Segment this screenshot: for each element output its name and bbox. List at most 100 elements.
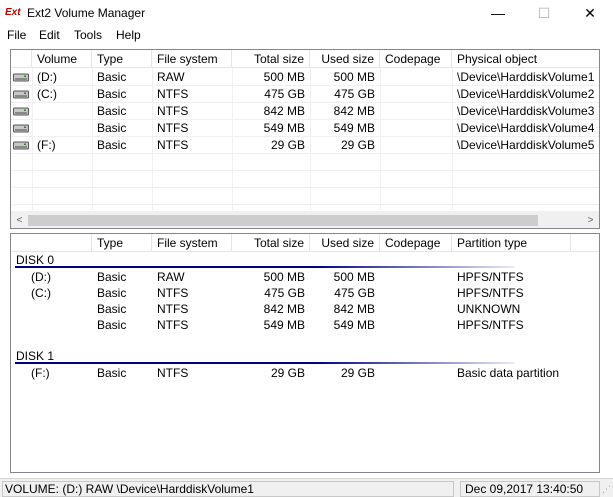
volume-cell — [26, 301, 92, 318]
type-cell: Basic — [97, 104, 127, 118]
partition-row[interactable]: Basic NTFS 549 MB 549 MB HPFS/NTFS — [11, 317, 599, 334]
volume-cell: (D:) — [37, 70, 57, 84]
column-header-used-size[interactable]: Used size — [310, 50, 380, 68]
disk-drive-icon — [13, 124, 29, 133]
file-system-cell: NTFS — [157, 366, 189, 380]
column-header-type[interactable]: Type — [92, 234, 152, 252]
status-datetime: Dec 09,2017 13:40:50 — [460, 481, 600, 497]
file-system-cell: NTFS — [157, 318, 189, 332]
scroll-right-arrow-icon[interactable]: > — [582, 212, 599, 228]
volume-cell — [32, 103, 92, 120]
volume-row[interactable]: Basic NTFS 549 MB 549 MB \Device\Harddis… — [11, 120, 599, 137]
column-header-blank[interactable] — [11, 234, 92, 252]
type-cell: Basic — [97, 318, 127, 332]
file-system-cell: NTFS — [157, 286, 189, 300]
volume-cell — [32, 120, 92, 137]
column-header-volume[interactable]: Volume — [32, 50, 92, 68]
partition-row[interactable]: (D:) Basic RAW 500 MB 500 MB HPFS/NTFS — [11, 269, 599, 286]
disk-partition-list[interactable]: Type File system Total size Used size Co… — [10, 233, 600, 473]
used-size-cell: 842 MB — [333, 302, 375, 316]
type-cell: Basic — [97, 87, 127, 101]
minimize-button[interactable]: — — [475, 0, 521, 26]
maximize-button[interactable]: ☐ — [521, 0, 567, 26]
partition-row[interactable]: (F:) Basic NTFS 29 GB 29 GB Basic data p… — [11, 365, 599, 382]
partition-type-cell: UNKNOWN — [457, 302, 521, 316]
used-size-cell: 29 GB — [340, 366, 375, 380]
total-size-cell: 29 GB — [270, 366, 305, 380]
type-cell: Basic — [97, 302, 127, 316]
menu-help[interactable]: Help — [116, 28, 141, 42]
empty-row — [11, 154, 599, 171]
column-header-used-size[interactable]: Used size — [310, 234, 380, 252]
volume-list[interactable]: Volume Type File system Total size Used … — [10, 49, 600, 229]
volume-cell: (C:) — [31, 286, 51, 300]
horizontal-scrollbar[interactable]: < > — [11, 211, 599, 228]
physical-object-cell: \Device\HarddiskVolume4 — [457, 121, 595, 135]
total-size-cell: 500 MB — [263, 70, 305, 84]
scroll-left-arrow-icon[interactable]: < — [11, 212, 28, 228]
partition-type-cell: HPFS/NTFS — [457, 270, 524, 284]
title-bar: Ext Ext2 Volume Manager — ☐ ✕ — [0, 0, 613, 26]
used-size-cell: 475 GB — [334, 286, 375, 300]
volume-row[interactable]: Basic NTFS 842 MB 842 MB \Device\Harddis… — [11, 103, 599, 120]
close-button[interactable]: ✕ — [567, 0, 613, 26]
file-system-cell: NTFS — [157, 104, 189, 118]
codepage-cell — [380, 69, 452, 86]
volume-cell: (F:) — [31, 366, 50, 380]
menu-bar: File Edit Tools Help — [0, 26, 613, 46]
disk-1-bar — [15, 362, 515, 364]
column-header-file-system[interactable]: File system — [152, 234, 232, 252]
volume-row[interactable]: (F:) Basic NTFS 29 GB 29 GB \Device\Hard… — [11, 137, 599, 154]
column-header-physical-object[interactable]: Physical object — [452, 50, 599, 68]
disk-0-label: DISK 0 — [16, 253, 55, 267]
column-header-type[interactable]: Type — [92, 50, 152, 68]
used-size-cell: 475 GB — [334, 87, 375, 101]
file-system-cell: RAW — [157, 270, 185, 284]
column-header-codepage[interactable]: Codepage — [380, 234, 452, 252]
volume-cell: (F:) — [37, 138, 56, 152]
file-system-cell: NTFS — [157, 302, 189, 316]
volume-cell: (D:) — [31, 270, 51, 284]
column-header-total-size[interactable]: Total size — [232, 50, 310, 68]
volume-row[interactable]: (C:) Basic NTFS 475 GB 475 GB \Device\Ha… — [11, 86, 599, 103]
physical-object-cell: \Device\HarddiskVolume5 — [457, 138, 595, 152]
disk-drive-icon — [13, 73, 29, 82]
used-size-cell: 842 MB — [333, 104, 375, 118]
partition-type-cell: HPFS/NTFS — [457, 318, 524, 332]
total-size-cell: 500 MB — [263, 270, 305, 284]
scroll-thumb[interactable] — [28, 215, 538, 226]
physical-object-cell: \Device\HarddiskVolume3 — [457, 104, 595, 118]
volume-row[interactable]: (D:) Basic RAW 500 MB 500 MB \Device\Har… — [11, 69, 599, 86]
disk-drive-icon — [13, 90, 29, 99]
used-size-cell: 549 MB — [333, 318, 375, 332]
partition-row[interactable]: (C:) Basic NTFS 475 GB 475 GB HPFS/NTFS — [11, 285, 599, 302]
resize-grip-icon[interactable]: ⋰ — [602, 484, 611, 495]
column-header-codepage[interactable]: Codepage — [380, 50, 452, 68]
physical-object-cell: \Device\HarddiskVolume2 — [457, 87, 595, 101]
used-size-cell: 29 GB — [340, 138, 375, 152]
codepage-cell — [380, 137, 452, 154]
menu-edit[interactable]: Edit — [39, 28, 60, 42]
total-size-cell: 842 MB — [263, 104, 305, 118]
menu-tools[interactable]: Tools — [74, 28, 102, 42]
status-bar: VOLUME: (D:) RAW \Device\HarddiskVolume1… — [0, 478, 613, 497]
total-size-cell: 29 GB — [270, 138, 305, 152]
volume-list-header: Volume Type File system Total size Used … — [11, 50, 599, 68]
app-icon: Ext — [5, 7, 21, 18]
codepage-cell — [380, 317, 452, 334]
column-header-file-system[interactable]: File system — [152, 50, 232, 68]
codepage-cell — [380, 120, 452, 137]
empty-row — [11, 188, 599, 205]
disk-1-label: DISK 1 — [16, 349, 55, 363]
partition-type-cell: Basic data partition — [457, 366, 560, 380]
used-size-cell: 549 MB — [333, 121, 375, 135]
type-cell: Basic — [97, 121, 127, 135]
column-header-total-size[interactable]: Total size — [232, 234, 310, 252]
partition-row[interactable]: Basic NTFS 842 MB 842 MB UNKNOWN — [11, 301, 599, 318]
window-title: Ext2 Volume Manager — [27, 6, 146, 20]
column-header-partition-type[interactable]: Partition type — [452, 234, 571, 252]
codepage-cell — [380, 365, 452, 382]
total-size-cell: 842 MB — [263, 302, 305, 316]
column-header-icon[interactable] — [11, 50, 32, 68]
menu-file[interactable]: File — [7, 28, 26, 42]
